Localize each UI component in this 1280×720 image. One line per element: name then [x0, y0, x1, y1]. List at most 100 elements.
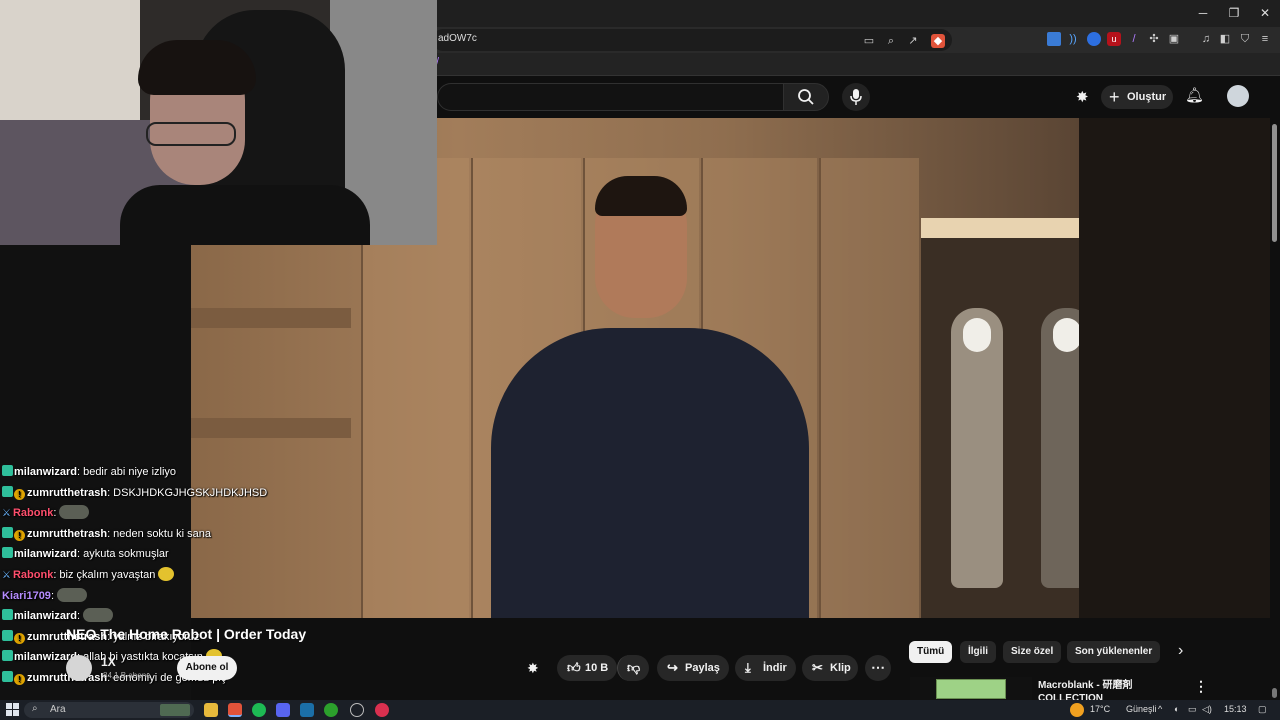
alcove-light [921, 218, 1079, 238]
bits-badge-icon: ! [14, 674, 25, 685]
chat-message: milanwizard: aykuta sokmuşlar [2, 544, 169, 564]
chip-recently-uploaded[interactable]: Son yüklenenler [1067, 641, 1161, 663]
ask-ai-icon[interactable]: ✸ [527, 660, 539, 677]
volume-icon[interactable]: ◁) [1202, 704, 1212, 715]
chat-username: Rabonk [12, 507, 54, 520]
clip-button[interactable]: ✂ Klip [802, 655, 858, 681]
chat-text: : aykuta sokmuşlar [76, 548, 169, 561]
search-icon [798, 89, 814, 105]
zoom-icon[interactable]: ⌕ [884, 34, 898, 48]
minimize-icon[interactable]: ─ [1188, 4, 1218, 22]
network-icon[interactable]: ▭ [1188, 704, 1197, 715]
xbox-icon[interactable] [324, 703, 338, 717]
sub-badge-icon [2, 465, 13, 476]
create-button[interactable]: + Oluştur [1101, 85, 1173, 109]
sub-badge-icon [2, 485, 13, 497]
ublock-icon[interactable]: u [1107, 32, 1121, 46]
steam-icon[interactable] [300, 703, 314, 717]
close-window-icon[interactable]: ✕ [1250, 4, 1280, 22]
plus-icon: + [1109, 87, 1120, 107]
ai-spark-icon[interactable]: ✸ [1076, 88, 1089, 106]
user-avatar[interactable] [1227, 85, 1249, 107]
app-circle-icon[interactable] [350, 703, 364, 717]
recommendation-thumbnail[interactable] [910, 677, 1032, 700]
voice-search-button[interactable] [842, 83, 870, 111]
sword-badge-icon: ⚔ [2, 508, 11, 520]
chat-text: : [76, 610, 81, 623]
brave-shield-icon[interactable]: ◆ [931, 34, 945, 48]
brave-browser-icon[interactable] [228, 703, 242, 717]
webcam-streamer-body [120, 185, 370, 245]
extension-pen-icon[interactable]: / [1127, 32, 1141, 46]
notifications-icon[interactable]: ▢ [1258, 704, 1267, 715]
extension-image-icon[interactable] [1047, 32, 1061, 46]
chat-overlay: milanwizard: bedir abi niye izliyo! zumru… [0, 465, 300, 700]
discord-icon[interactable] [276, 703, 290, 717]
channel-avatar[interactable] [66, 655, 92, 681]
chat-text: : [53, 507, 57, 520]
url-text[interactable]: adOW7c [438, 33, 477, 44]
kebab-menu-icon[interactable]: ⋮ [1194, 678, 1208, 695]
subscribe-button[interactable]: Abone ol [177, 656, 237, 680]
scroll-thumb[interactable] [1272, 124, 1277, 242]
weather-desc: Güneşli [1126, 704, 1157, 714]
chevron-right-icon[interactable]: › [1178, 642, 1183, 660]
thumbs-up-icon: 👍︎ [567, 660, 581, 675]
share-page-icon[interactable]: ↗ [906, 34, 920, 48]
tray-chevron-icon[interactable]: ^ [1158, 704, 1162, 714]
presenter-body [491, 328, 809, 618]
extension-circle-icon[interactable] [1087, 32, 1101, 46]
spotify-icon[interactable] [252, 703, 266, 717]
app-red-icon[interactable] [375, 703, 389, 717]
vpn-shield-icon[interactable]: ⛉ [1238, 32, 1252, 46]
file-explorer-icon[interactable] [204, 703, 218, 717]
like-button[interactable]: 👍︎ 10 B [557, 655, 617, 681]
dislike-button[interactable]: 👎︎ [617, 655, 649, 681]
chip-all[interactable]: Tümü [909, 641, 953, 663]
windows-start-icon[interactable] [6, 703, 20, 717]
sidebar-icon[interactable]: ◧ [1218, 32, 1232, 46]
search-highlight-image [160, 704, 190, 716]
search-icon: ⌕ [32, 703, 38, 714]
channel-name[interactable]: 1X [101, 655, 116, 669]
chat-text: : DSKJHDKGJHGSKJHDKJHSD [107, 486, 268, 499]
extensions-puzzle-icon[interactable]: ✣ [1147, 32, 1161, 46]
search-button[interactable] [783, 83, 829, 111]
notifications-bell-icon[interactable]: 🔔︎ [1185, 86, 1204, 104]
chat-message: milanwizard: [2, 606, 114, 626]
more-actions-button[interactable]: ⋯ [865, 655, 891, 681]
tray-app-icon[interactable]: ◐ [1174, 704, 1179, 714]
clock-time[interactable]: 15:13 [1224, 704, 1247, 714]
chip-for-you[interactable]: Size özel [1003, 641, 1062, 663]
download-label: İndir [763, 662, 787, 674]
chat-username: milanwizard [14, 548, 77, 561]
download-button[interactable]: ⤓ İndir [735, 655, 796, 681]
create-label: Oluştur [1127, 91, 1167, 103]
share-button[interactable]: ↪ Paylaş [657, 655, 729, 681]
url-field[interactable]: adOW7c ▭ ⌕ ↗ ◆ [432, 29, 952, 51]
robot-face [963, 318, 991, 352]
taskbar-search[interactable]: ⌕ Ara [24, 702, 194, 718]
page-scrollbar[interactable] [1270, 118, 1280, 700]
thumbnail-art [936, 679, 1006, 699]
webcam-curtain [0, 0, 140, 140]
maximize-icon[interactable]: ❐ [1219, 4, 1249, 22]
cast-icon[interactable]: ▭ [862, 34, 876, 48]
extension-speak-icon[interactable]: )) [1066, 32, 1080, 46]
menu-icon[interactable]: ≡ [1258, 32, 1272, 46]
chat-message: ⚔ Rabonk: [2, 503, 90, 523]
sub-badge-icon [2, 671, 13, 682]
chat-username: Kiari1709 [2, 589, 51, 602]
weather-sun-icon[interactable] [1070, 703, 1084, 717]
chat-username: zumrutthetrash [27, 486, 108, 499]
chat-emote-icon [83, 608, 114, 623]
screenshot-icon[interactable]: ▣ [1167, 32, 1181, 46]
search-input[interactable] [437, 83, 783, 111]
chat-message: milanwizard: bedir abi niye izliyo [2, 462, 176, 482]
download-icon: ⤓ [745, 660, 751, 675]
media-icon[interactable]: ♫ [1199, 32, 1213, 46]
chip-related[interactable]: İlgili [960, 641, 996, 663]
chat-text: : neden soktu ki sana [107, 527, 212, 540]
sub-badge-icon [2, 629, 13, 641]
sub-badge-icon [2, 547, 13, 559]
